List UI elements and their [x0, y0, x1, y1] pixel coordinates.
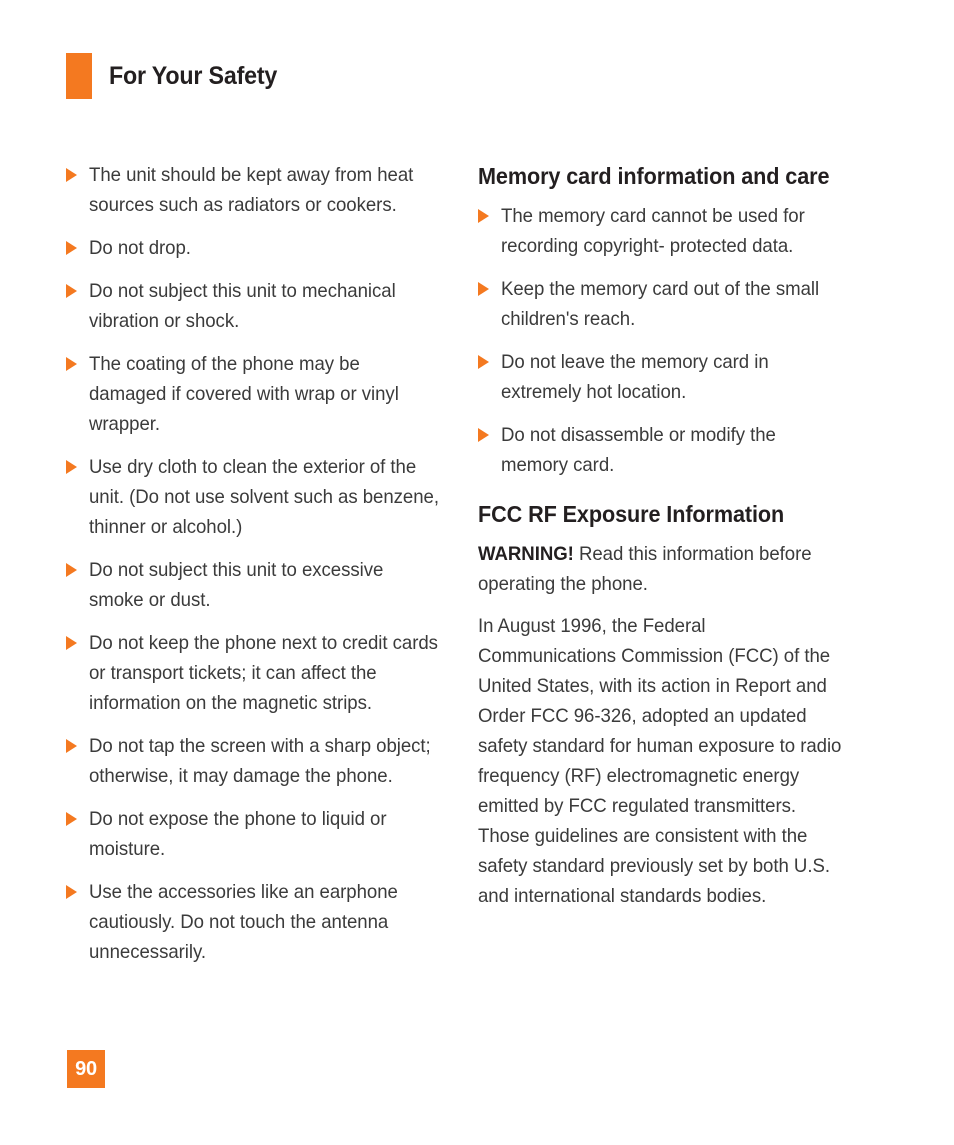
list-item-text: The unit should be kept away from heat s…: [89, 164, 414, 216]
triangle-bullet-icon: [66, 460, 77, 474]
list-item: Use dry cloth to clean the exterior of t…: [66, 452, 456, 542]
triangle-bullet-icon: [66, 357, 77, 371]
list-item: Do not drop.: [66, 233, 456, 263]
page-number-badge: 90: [67, 1050, 105, 1088]
list-item-text: Keep the memory card out of the small ch…: [501, 278, 820, 330]
list-item-text: The coating of the phone may be damaged …: [89, 353, 399, 435]
memory-card-list: The memory card cannot be used for recor…: [478, 201, 863, 480]
triangle-bullet-icon: [478, 355, 489, 369]
triangle-bullet-icon: [478, 282, 489, 296]
memory-card-heading: Memory card information and care: [478, 163, 830, 189]
list-item-text: Use the accessories like an earphone cau…: [89, 881, 398, 963]
list-item: The coating of the phone may be damaged …: [66, 349, 456, 439]
list-item: Do not leave the memory card in extremel…: [478, 347, 863, 407]
triangle-bullet-icon: [66, 885, 77, 899]
triangle-bullet-icon: [478, 209, 489, 223]
triangle-bullet-icon: [66, 168, 77, 182]
fcc-warning-inner: WARNING! Read this information before op…: [478, 539, 846, 599]
list-item-text: Do not disassemble or modify the memory …: [501, 424, 776, 476]
triangle-bullet-icon: [66, 739, 77, 753]
header-accent-bar: [66, 53, 92, 99]
list-item: Do not keep the phone next to credit car…: [66, 628, 456, 718]
list-item-text: Do not expose the phone to liquid or moi…: [89, 808, 387, 860]
triangle-bullet-icon: [66, 636, 77, 650]
page-header: For Your Safety: [66, 52, 290, 100]
page-title: For Your Safety: [109, 61, 278, 90]
document-page: For Your Safety The unit should be kept …: [0, 0, 954, 1145]
list-item: Do not subject this unit to excessive sm…: [66, 555, 456, 615]
triangle-bullet-icon: [478, 428, 489, 442]
list-item-text: Do not subject this unit to mechanical v…: [89, 280, 396, 332]
triangle-bullet-icon: [66, 563, 77, 577]
list-item-text: Do not tap the screen with a sharp objec…: [89, 735, 431, 787]
triangle-bullet-icon: [66, 284, 77, 298]
list-item-text: Do not drop.: [89, 237, 191, 259]
list-item-text: Do not leave the memory card in extremel…: [501, 351, 769, 403]
list-item: The memory card cannot be used for recor…: [478, 201, 863, 261]
list-item: Do not disassemble or modify the memory …: [478, 420, 863, 480]
fcc-warning-paragraph: WARNING! Read this information before op…: [478, 539, 863, 599]
list-item-text: Do not keep the phone next to credit car…: [89, 632, 438, 714]
list-item: The unit should be kept away from heat s…: [66, 160, 456, 220]
list-item-text: Do not subject this unit to excessive sm…: [89, 559, 384, 611]
fcc-body-text: In August 1996, the Federal Communicatio…: [478, 615, 842, 907]
triangle-bullet-icon: [66, 241, 77, 255]
list-item: Do not tap the screen with a sharp objec…: [66, 731, 456, 791]
list-item: Do not expose the phone to liquid or moi…: [66, 804, 456, 864]
list-item: Keep the memory card out of the small ch…: [478, 274, 863, 334]
left-column: The unit should be kept away from heat s…: [66, 160, 456, 967]
right-column: Memory card information and care The mem…: [478, 160, 863, 923]
fcc-body-paragraph: In August 1996, the Federal Communicatio…: [478, 611, 863, 911]
list-item: Do not subject this unit to mechanical v…: [66, 276, 456, 336]
fcc-rf-heading: FCC RF Exposure Information: [478, 501, 785, 527]
triangle-bullet-icon: [66, 812, 77, 826]
list-item-text: The memory card cannot be used for recor…: [501, 205, 805, 257]
list-item: Use the accessories like an earphone cau…: [66, 877, 456, 967]
safety-precautions-list: The unit should be kept away from heat s…: [66, 160, 456, 967]
warning-label: WARNING!: [478, 543, 574, 565]
list-item-text: Use dry cloth to clean the exterior of t…: [89, 456, 439, 538]
